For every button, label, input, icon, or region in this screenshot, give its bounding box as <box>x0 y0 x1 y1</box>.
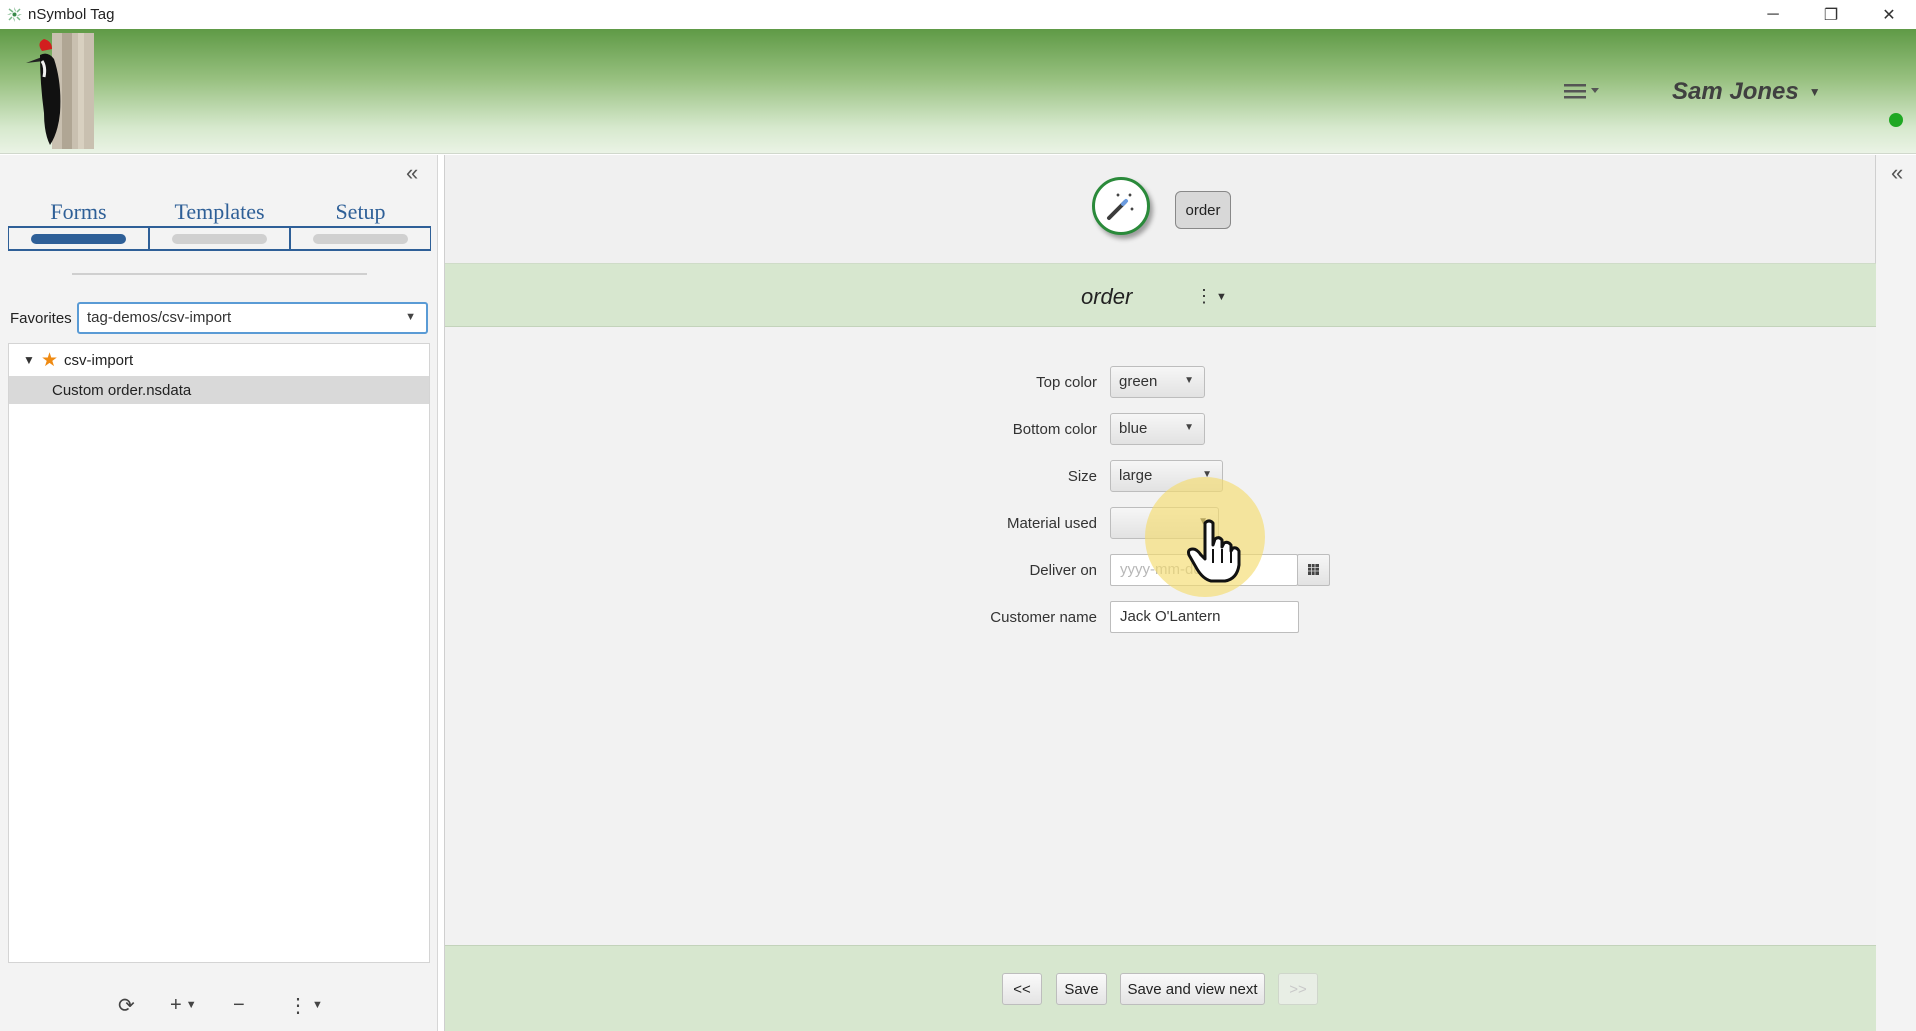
calendar-button[interactable] <box>1297 554 1330 586</box>
status-indicator <box>1889 113 1903 127</box>
file-tree: ▼ ★ csv-import Custom order.nsdata <box>8 343 430 963</box>
chevron-down-icon: ▼ <box>405 311 416 323</box>
chevron-down-icon: ▼ <box>1184 375 1194 386</box>
size-select[interactable]: large ▼ <box>1110 460 1223 492</box>
tab-forms[interactable]: Forms <box>8 199 149 251</box>
field-label: Top color <box>1036 374 1097 391</box>
save-and-view-next-button[interactable]: Save and view next <box>1120 973 1265 1005</box>
magic-wand-button[interactable] <box>1092 177 1150 235</box>
previous-button[interactable]: << <box>1002 973 1042 1005</box>
maximize-button[interactable]: ❐ <box>1802 0 1860 29</box>
woodpecker-logo <box>26 33 94 149</box>
field-label: Size <box>1067 468 1097 485</box>
select-value: green <box>1119 373 1158 390</box>
file-label: Custom order.nsdata <box>52 381 192 399</box>
hamburger-menu-icon[interactable] <box>1560 77 1604 105</box>
date-placeholder: yyyy-mm-dd <box>1120 561 1202 578</box>
chevron-down-icon: ▼ <box>1202 469 1212 480</box>
remove-button[interactable]: − <box>233 991 245 1019</box>
chevron-down-icon: ▼ <box>185 999 197 1011</box>
select-value: large <box>1119 467 1153 484</box>
chevron-down-icon: ▼ <box>1216 290 1227 303</box>
minimize-button[interactable]: ─ <box>1744 0 1802 29</box>
refresh-icon: ⟳ <box>118 994 135 1017</box>
tab-indicator-box <box>8 226 149 251</box>
main-panel: order order ⋮ ▼ Top color green ▼ Bottom… <box>444 155 1877 1031</box>
refresh-button[interactable]: ⟳ <box>118 991 135 1019</box>
expand-toggle-icon[interactable]: ▼ <box>23 353 35 367</box>
folder-label: csv-import <box>64 351 134 369</box>
form-footer: << Save Save and view next >> <box>445 945 1877 1031</box>
more-options-button[interactable]: ⋮ ▼ <box>288 991 323 1019</box>
chevron-down-icon: ▼ <box>312 999 323 1011</box>
favorites-value: tag-demos/csv-import <box>87 309 232 326</box>
chevron-down-icon: ▼ <box>1184 422 1194 433</box>
right-panel-collapsed: « <box>1876 155 1916 1031</box>
select-value: blue <box>1119 420 1148 437</box>
tab-indicator <box>313 234 408 244</box>
field-label: Material used <box>1006 515 1097 532</box>
bottom-color-select[interactable]: blue ▼ <box>1110 413 1205 445</box>
tab-indicator-box <box>290 226 431 251</box>
plus-icon: + <box>170 993 182 1016</box>
tab-indicator <box>172 234 267 244</box>
top-color-select[interactable]: green ▼ <box>1110 366 1205 398</box>
next-button[interactable]: >> <box>1278 973 1318 1005</box>
tab-setup[interactable]: Setup <box>290 199 431 251</box>
sidebar-tabs: Forms Templates Setup <box>8 199 432 251</box>
material-select[interactable]: ▼ <box>1110 507 1219 539</box>
chevron-down-icon: ▼ <box>1198 516 1208 527</box>
tab-label: Forms <box>50 199 107 224</box>
title-bar: nSymbol Tag ─ ❐ ✕ <box>0 0 1916 29</box>
minus-icon: − <box>233 993 245 1016</box>
sidebar-toolbar: ⟳ + ▼ − ⋮ ▼ <box>0 985 438 1025</box>
tab-indicator-box <box>149 226 290 251</box>
order-chip[interactable]: order <box>1175 191 1231 229</box>
chevron-down-icon: ▼ <box>1808 85 1821 99</box>
tree-file[interactable]: Custom order.nsdata <box>9 376 429 404</box>
form-options-button[interactable]: ⋮ ▼ <box>1195 286 1227 307</box>
add-button[interactable]: + ▼ <box>170 991 197 1019</box>
favorites-label: Favorites <box>10 310 72 327</box>
calendar-icon <box>1308 564 1319 575</box>
field-label: Deliver on <box>1029 562 1097 579</box>
save-button[interactable]: Save <box>1056 973 1107 1005</box>
window-title: nSymbol Tag <box>28 6 115 23</box>
nsymbol-app-icon <box>7 7 22 22</box>
form-body: Top color green ▼ Bottom color blue ▼ Si… <box>445 327 1877 945</box>
form-title: order <box>1081 284 1133 309</box>
close-button[interactable]: ✕ <box>1860 0 1916 29</box>
deliver-on-date-input[interactable]: yyyy-mm-dd <box>1110 554 1298 586</box>
kebab-menu-icon: ⋮ <box>288 994 308 1017</box>
tab-templates[interactable]: Templates <box>149 199 290 251</box>
star-icon: ★ <box>41 349 59 371</box>
customer-name-input[interactable]: Jack O'Lantern <box>1110 601 1299 633</box>
customer-name-value: Jack O'Lantern <box>1120 608 1221 625</box>
favorites-select[interactable]: tag-demos/csv-import ▼ <box>77 302 428 334</box>
form-header: order ⋮ ▼ <box>445 263 1877 327</box>
tab-label: Setup <box>335 199 386 224</box>
header-banner: Sam Jones ▼ <box>0 29 1916 154</box>
tree-folder[interactable]: ▼ ★ csv-import <box>9 346 429 374</box>
user-menu[interactable]: Sam Jones ▼ <box>1672 77 1821 107</box>
divider <box>72 273 367 275</box>
user-name: Sam Jones <box>1672 78 1799 105</box>
tab-label: Templates <box>174 199 265 224</box>
magic-wand-icon <box>1107 193 1134 220</box>
expand-right-icon[interactable]: « <box>1891 162 1903 184</box>
kebab-menu-icon: ⋮ <box>1195 286 1213 306</box>
field-label: Bottom color <box>1012 421 1097 438</box>
collapse-left-icon[interactable]: « <box>406 162 418 184</box>
field-label: Customer name <box>990 609 1097 626</box>
tab-indicator <box>31 234 126 244</box>
left-sidebar: « Forms Templates Setup Favorites tag-de… <box>0 155 438 1031</box>
